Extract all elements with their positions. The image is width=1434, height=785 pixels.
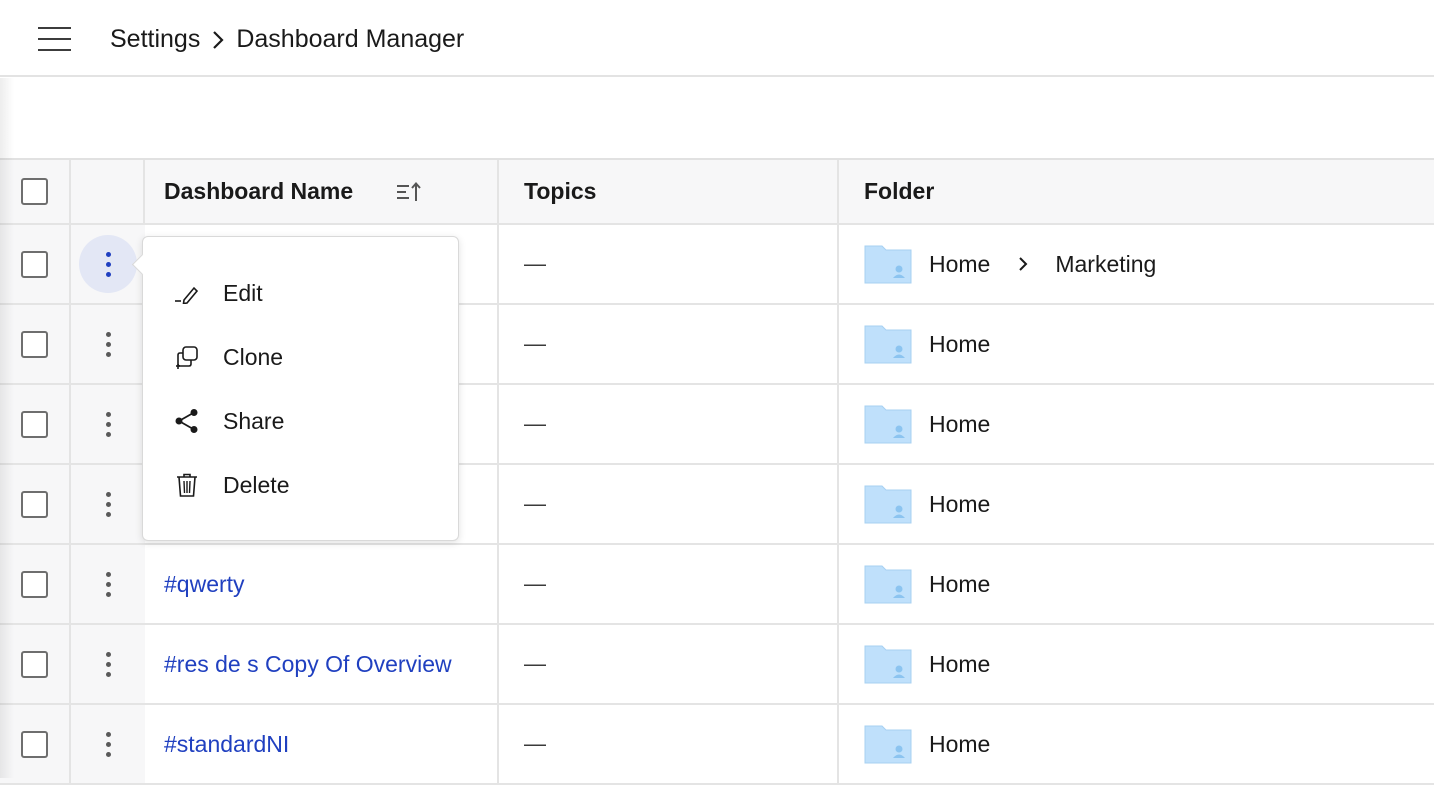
folder-path-home[interactable]: Home [929,571,990,598]
topics-value: — [524,651,546,676]
folder-path-home[interactable]: Home [929,411,990,438]
table-header-row: Dashboard Name Topics Folder [0,160,1434,225]
menu-item-share[interactable]: Share [143,389,458,453]
chevron-right-icon [200,29,236,49]
trash-icon [173,471,201,499]
row-actions-menu-icon[interactable] [79,635,137,693]
row-actions-menu-icon[interactable] [79,715,137,773]
folder-path-home[interactable]: Home [929,651,990,678]
breadcrumb-settings[interactable]: Settings [110,25,200,54]
folder-path-home[interactable]: Home [929,491,990,518]
topics-value: — [524,331,546,356]
folder-path-home[interactable]: Home [929,731,990,758]
menu-item-clone[interactable]: Clone [143,325,458,389]
row-checkbox[interactable] [21,650,48,678]
topics-value: — [524,731,546,756]
row-actions-dropdown: Edit Clone Share Delete [142,236,459,541]
topics-value: — [524,491,546,516]
row-actions-menu-icon[interactable] [79,235,137,293]
sort-ascending-icon[interactable] [396,182,422,202]
table-row[interactable]: #qwerty — Home [0,545,1434,625]
topics-value: — [524,411,546,436]
row-actions-menu-icon[interactable] [79,395,137,453]
menu-item-edit[interactable]: Edit [143,261,458,325]
shared-folder-icon [864,565,912,604]
shared-folder-icon [864,725,912,764]
row-checkbox[interactable] [21,250,48,278]
shared-folder-icon [864,405,912,444]
row-actions-menu-icon[interactable] [79,315,137,373]
shared-folder-icon [864,485,912,524]
column-header-folder[interactable]: Folder [839,160,1434,223]
row-checkbox[interactable] [21,330,48,358]
table-row[interactable]: #standardNI — Home [0,705,1434,785]
share-icon [173,407,201,435]
topics-value: — [524,251,546,276]
shared-folder-icon [864,645,912,684]
column-header-topics[interactable]: Topics [499,160,839,223]
folder-path-marketing[interactable]: Marketing [1055,251,1156,278]
row-actions-menu-icon[interactable] [79,555,137,613]
dashboard-name-link[interactable]: #standardNI [164,731,289,758]
table-row[interactable]: #res de s Copy Of Overview — Home [0,625,1434,705]
dashboard-name-link[interactable]: #res de s Copy Of Overview [164,651,452,678]
shared-folder-icon [864,245,912,284]
breadcrumb-dashboard-manager: Dashboard Manager [236,24,465,53]
row-checkbox[interactable] [21,490,48,518]
hamburger-menu-icon[interactable] [38,27,71,51]
menu-item-delete[interactable]: Delete [143,453,458,517]
select-all-checkbox[interactable] [21,178,48,205]
row-checkbox[interactable] [21,410,48,438]
row-actions-menu-icon[interactable] [79,475,137,533]
top-header: Settings Dashboard Manager [0,0,1434,77]
breadcrumb: Settings Dashboard Manager [110,22,464,56]
column-header-name[interactable]: Dashboard Name [145,160,499,223]
pencil-icon [173,279,201,307]
topics-value: — [524,571,546,596]
shared-folder-icon [864,325,912,364]
dashboard-name-link[interactable]: #qwerty [164,571,245,598]
row-checkbox[interactable] [21,570,48,598]
row-checkbox[interactable] [21,730,48,758]
clone-icon [173,343,201,371]
folder-path-home[interactable]: Home [929,251,990,278]
chevron-right-icon [990,256,1055,272]
folder-path-home[interactable]: Home [929,331,990,358]
